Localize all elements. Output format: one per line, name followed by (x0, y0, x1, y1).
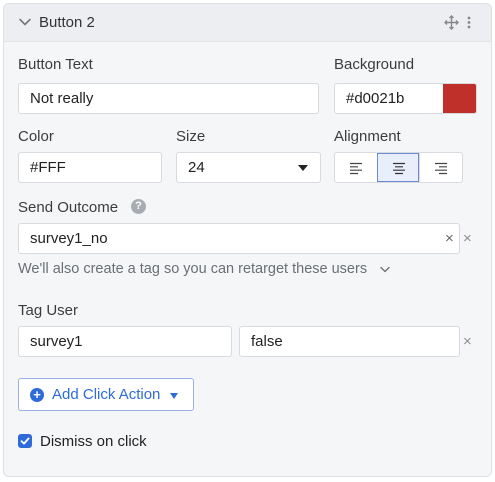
add-click-action-button[interactable]: + Add Click Action (18, 378, 194, 411)
send-outcome-label: Send Outcome (18, 199, 119, 216)
caret-down-icon (170, 393, 178, 399)
send-outcome-input[interactable]: survey1_no (18, 223, 460, 254)
dismiss-on-click-label[interactable]: Dismiss on click (40, 433, 147, 450)
checkmark-icon (20, 437, 30, 445)
button-text-label: Button Text (18, 56, 93, 73)
align-left-button[interactable] (335, 153, 377, 182)
alignment-label: Alignment (334, 128, 401, 145)
text-color-input[interactable]: #FFF (18, 152, 129, 183)
more-options-icon[interactable] (465, 15, 473, 30)
move-icon[interactable] (444, 15, 459, 30)
caret-down-icon (298, 165, 308, 171)
button-text-input[interactable]: Not really (18, 83, 319, 114)
size-value: 24 (188, 159, 205, 176)
chevron-down-icon[interactable] (18, 15, 32, 29)
dismiss-on-click-checkbox[interactable] (18, 434, 32, 448)
help-icon[interactable]: ? (131, 199, 146, 214)
align-right-icon (435, 162, 448, 174)
panel-header[interactable]: Button 2 (4, 4, 491, 42)
align-center-button[interactable] (376, 153, 420, 182)
alignment-button-group (334, 152, 463, 183)
tag-key-input[interactable]: survey1 (18, 326, 232, 357)
background-color-input[interactable]: #d0021b (334, 83, 444, 114)
tag-value-input[interactable]: false (239, 326, 460, 357)
background-label: Background (334, 56, 415, 73)
chevron-down-icon[interactable] (380, 266, 390, 274)
align-left-icon (349, 162, 362, 174)
plus-circle-icon: + (30, 388, 44, 402)
clear-outcome-icon[interactable]: × (445, 231, 454, 246)
tag-user-label: Tag User (18, 302, 79, 319)
size-label: Size (176, 128, 206, 145)
size-select[interactable]: 24 (176, 152, 321, 183)
align-center-icon (392, 162, 405, 174)
background-color-swatch[interactable] (443, 83, 477, 114)
panel-title: Button 2 (39, 14, 95, 31)
add-click-action-label: Add Click Action (52, 386, 161, 403)
retarget-hint-text[interactable]: We'll also create a tag so you can retar… (18, 261, 367, 277)
text-color-swatch[interactable] (128, 152, 162, 183)
align-right-button[interactable] (419, 153, 462, 182)
button-settings-panel: Button 2 Button Text Not really Backgrou… (3, 3, 492, 477)
remove-tag-icon[interactable]: × (463, 334, 472, 349)
color-label: Color (18, 128, 54, 145)
remove-outcome-icon[interactable]: × (463, 231, 472, 246)
